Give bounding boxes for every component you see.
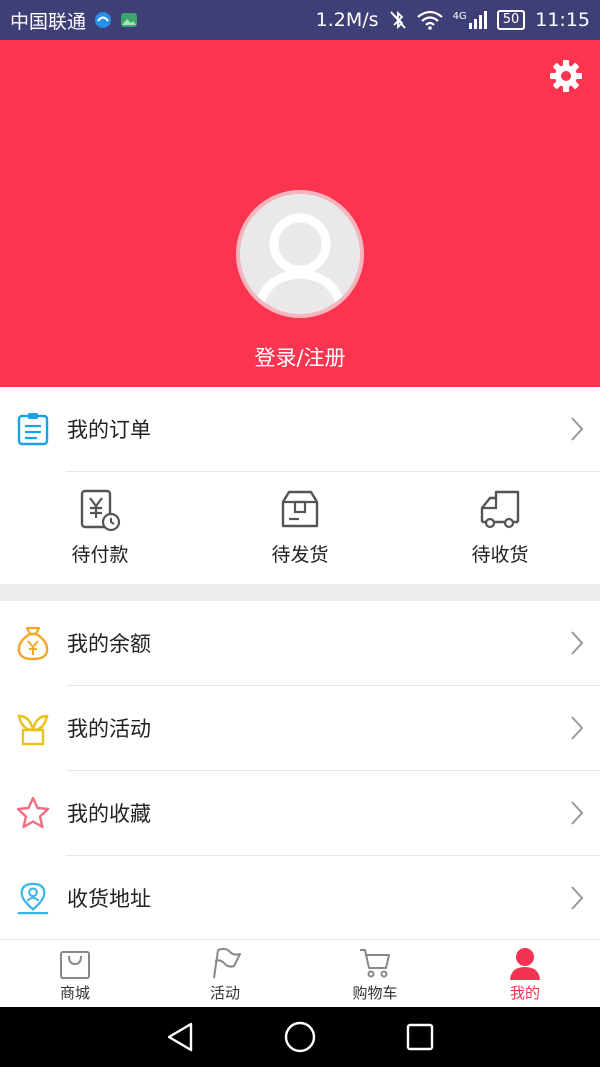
- my-orders-row[interactable]: 我的订单: [0, 387, 600, 471]
- gallery-notification-icon: [121, 13, 138, 27]
- clipboard-icon: [17, 413, 49, 446]
- sprout-plant-icon: [17, 714, 49, 746]
- chevron-right-icon: [571, 631, 584, 655]
- pending-payment-label: 待付款: [71, 544, 129, 566]
- my-balance-label: 我的余额: [67, 632, 151, 656]
- section-gap: [0, 584, 600, 601]
- my-favorites-row[interactable]: 我的收藏: [0, 771, 600, 855]
- order-status-bar: 待付款 待发货 待收货: [0, 472, 600, 584]
- battery-indicator: 50: [496, 10, 526, 30]
- tab-mall-label: 商城: [59, 984, 90, 1002]
- tab-activities[interactable]: 活动: [150, 940, 300, 1007]
- settings-button[interactable]: [546, 56, 586, 96]
- tab-cart[interactable]: 购物车: [300, 940, 450, 1007]
- network-speed: 1.2M/s: [315, 9, 379, 31]
- my-balance-row[interactable]: 我的余额: [0, 601, 600, 685]
- gear-icon: [550, 60, 582, 92]
- pending-shipment-label: 待发货: [271, 544, 329, 566]
- bottom-tab-bar: 商城 活动 购物车 我的: [0, 939, 600, 1007]
- money-bag-icon: [17, 626, 49, 661]
- tab-activities-label: 活动: [209, 984, 240, 1002]
- pending-shipment-button[interactable]: 待发货: [200, 472, 400, 584]
- chevron-right-icon: [571, 417, 584, 441]
- location-person-icon: [17, 882, 49, 915]
- person-icon: [510, 948, 540, 980]
- pending-receipt-label: 待收货: [471, 544, 529, 566]
- network-type: 4G: [452, 11, 467, 22]
- login-register-link[interactable]: 登录/注册: [0, 342, 600, 372]
- user-avatar-icon: [253, 213, 347, 314]
- clock: 11:15: [535, 9, 590, 31]
- flag-icon: [213, 947, 241, 979]
- shopping-bag-icon: [60, 951, 90, 979]
- shipping-address-label: 收货地址: [67, 887, 151, 911]
- recents-square-icon: [406, 1023, 434, 1051]
- tab-mine-label: 我的: [509, 984, 540, 1002]
- cart-icon: [360, 949, 390, 978]
- home-button[interactable]: [280, 1017, 320, 1057]
- profile-header: 登录/注册: [0, 40, 600, 387]
- recents-button[interactable]: [400, 1017, 440, 1057]
- my-orders-label: 我的订单: [67, 418, 151, 442]
- yuan-bill-clock-icon: [80, 489, 121, 532]
- wifi-icon: [416, 10, 443, 30]
- my-activities-row[interactable]: 我的活动: [0, 686, 600, 770]
- tab-mall[interactable]: 商城: [0, 940, 150, 1007]
- back-button[interactable]: [160, 1017, 200, 1057]
- star-icon: [16, 796, 50, 829]
- app-notification-icon: [95, 12, 112, 28]
- avatar[interactable]: [236, 190, 364, 318]
- chevron-right-icon: [571, 716, 584, 740]
- chevron-right-icon: [571, 801, 584, 825]
- delivery-truck-icon: [480, 490, 520, 529]
- bluetooth-off-icon: [389, 10, 406, 30]
- status-bar: 中国联通 1.2M/s 4G 50 11:15: [0, 0, 600, 40]
- shipping-address-row[interactable]: 收货地址: [0, 856, 600, 940]
- home-circle-icon: [284, 1021, 316, 1053]
- back-triangle-icon: [167, 1022, 193, 1052]
- tab-cart-label: 购物车: [352, 984, 398, 1002]
- pending-payment-button[interactable]: 待付款: [0, 472, 200, 584]
- signal-icon: [468, 11, 487, 29]
- carrier-label: 中国联通: [10, 10, 87, 33]
- chevron-right-icon: [571, 886, 584, 910]
- pending-receipt-button[interactable]: 待收货: [400, 472, 600, 584]
- system-nav-bar: [0, 1007, 600, 1067]
- my-favorites-label: 我的收藏: [67, 802, 151, 826]
- tab-mine[interactable]: 我的: [450, 940, 600, 1007]
- my-activities-label: 我的活动: [67, 717, 151, 741]
- package-box-icon: [281, 490, 319, 528]
